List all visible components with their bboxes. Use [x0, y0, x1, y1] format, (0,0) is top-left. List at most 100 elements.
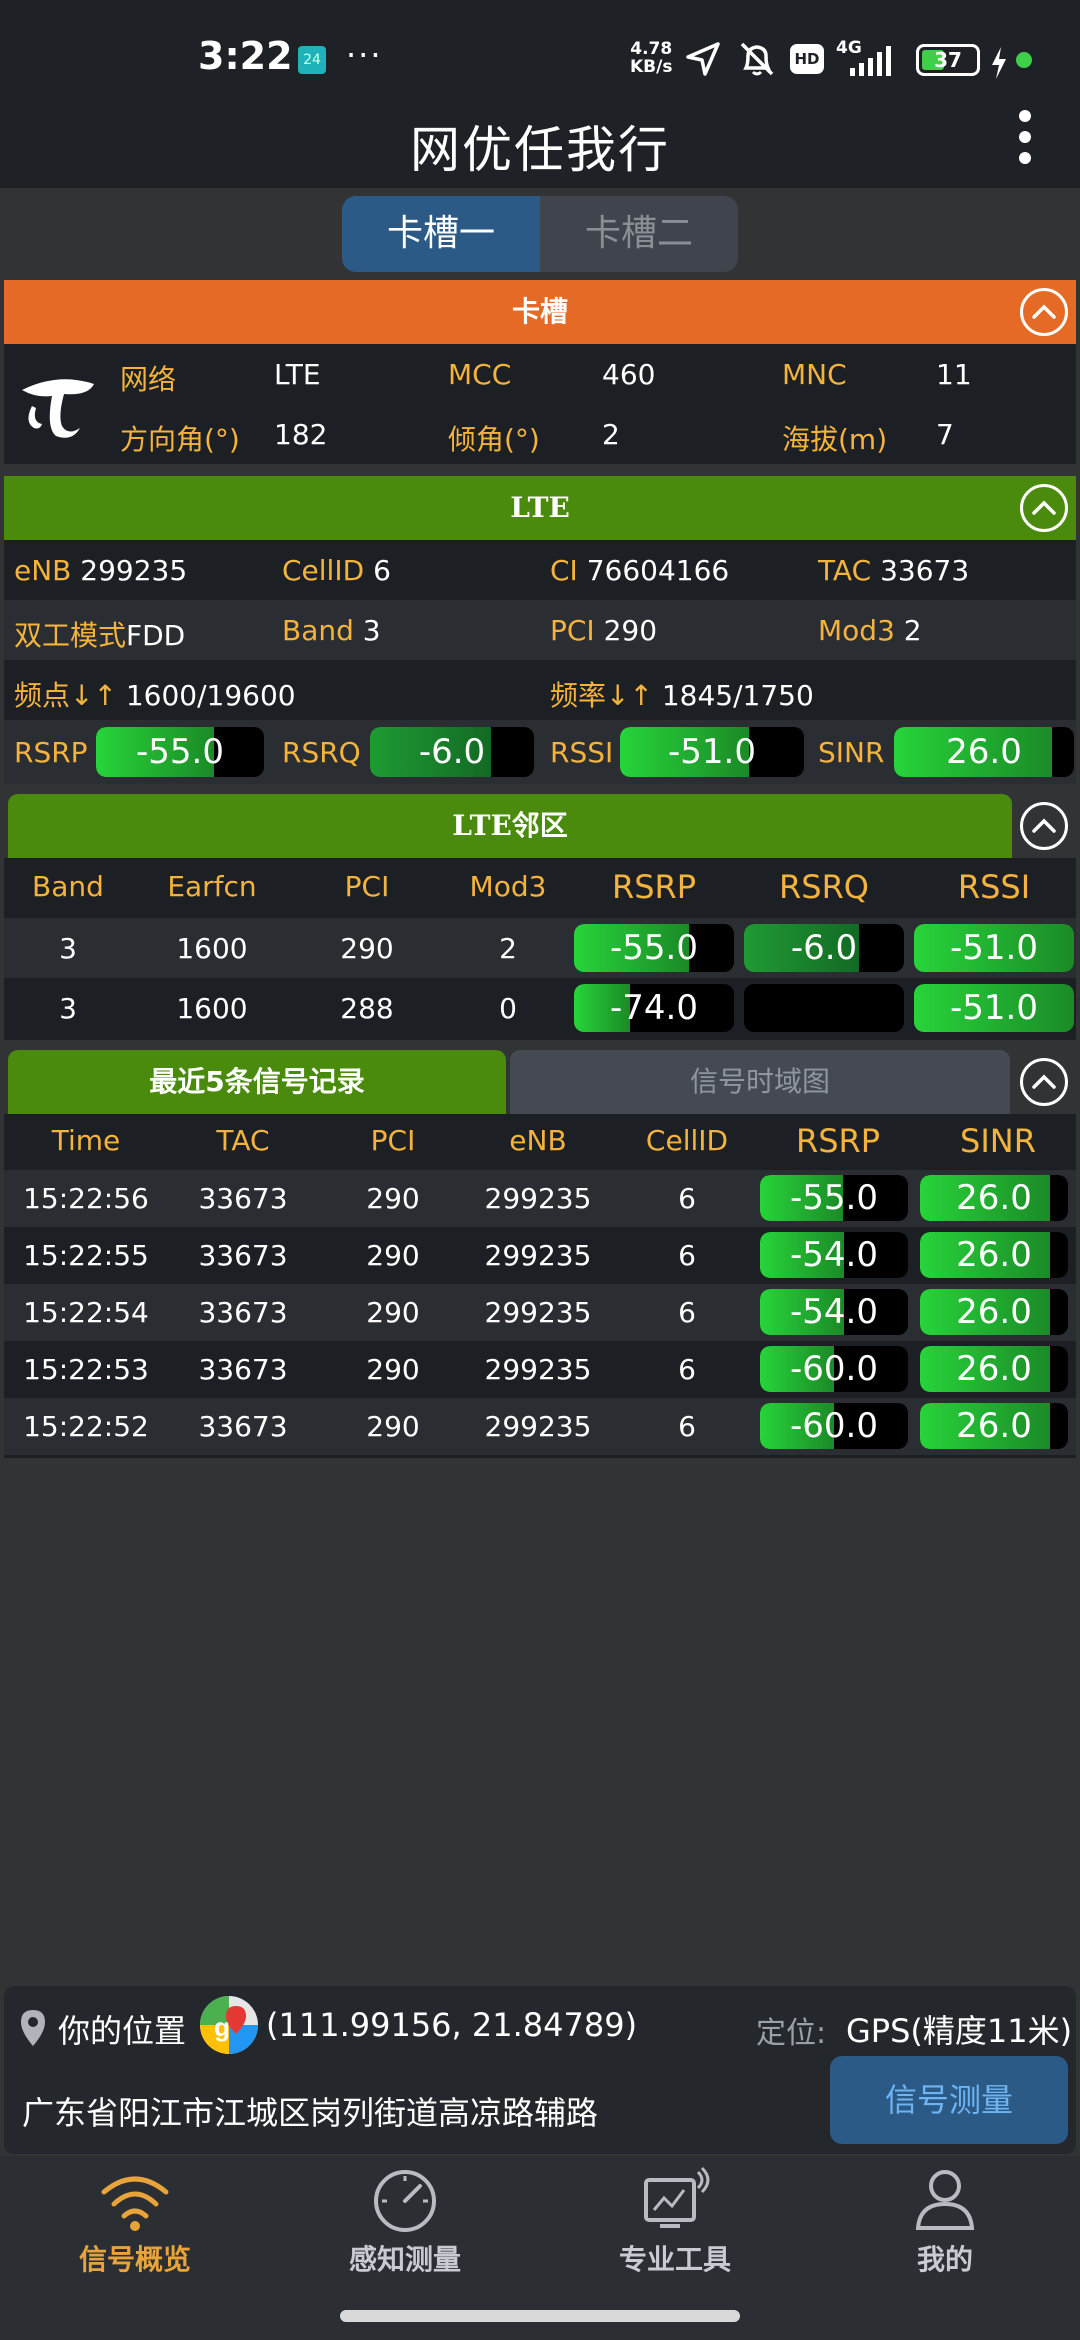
- record-pci: 290: [366, 1239, 420, 1272]
- neighbor-rssi: -51.0: [950, 928, 1038, 968]
- tab-recent-records[interactable]: 最近5条信号记录: [8, 1050, 506, 1114]
- neighbor-earfcn: 1600: [176, 992, 248, 1025]
- record-rsrp: -55.0: [790, 1178, 878, 1218]
- lte-collapse-icon[interactable]: [1020, 484, 1068, 532]
- privacy-dot-icon: [1016, 52, 1032, 68]
- record-rsrp-bar: -60.0: [760, 1403, 908, 1449]
- neighbor-table-header: Band Earfcn PCI Mod3 RSRP RSRQ RSSI: [4, 858, 1076, 918]
- ci-label: CI: [550, 554, 578, 587]
- record-tac: 33673: [198, 1410, 288, 1443]
- fix-label: 定位:: [756, 2016, 827, 2051]
- record-sinr-bar: 26.0: [920, 1289, 1068, 1335]
- metric-rsrp-value: -55.0: [136, 732, 224, 772]
- record-sinr: 26.0: [956, 1349, 1032, 1389]
- neighbor-mod3: 2: [499, 932, 517, 965]
- lte-section-title: LTE: [510, 491, 570, 524]
- record-cellid: 6: [678, 1410, 696, 1443]
- records-col-time: Time: [51, 1124, 121, 1157]
- table-row[interactable]: 15:22:53 33673 290 299235 6 -60.0 26.0: [4, 1341, 1076, 1398]
- metric-rsrq-bar: -6.0: [370, 727, 534, 777]
- google-maps-icon[interactable]: g: [200, 1996, 258, 2054]
- metric-rssi-bar: -51.0: [620, 727, 804, 777]
- tilt-label: 倾角(°): [448, 423, 540, 456]
- sim-section-header[interactable]: 卡槽: [4, 280, 1076, 344]
- table-row[interactable]: 15:22:54 33673 290 299235 6 -54.0 26.0: [4, 1284, 1076, 1341]
- neighbor-collapse-icon[interactable]: [1020, 802, 1068, 850]
- neighbor-col-band: Band: [32, 870, 104, 903]
- nav-mine[interactable]: 我的: [810, 2156, 1080, 2306]
- user-profile-icon: [915, 2170, 975, 2230]
- lte-row-freq: 频点↓↑ 1600/19600 频率↓↑ 1845/1750: [4, 660, 1076, 720]
- earfcn-value: 1600/19600: [125, 679, 296, 712]
- neighbor-col-earfcn: Earfcn: [167, 870, 257, 903]
- record-rsrp-bar: -54.0: [760, 1289, 908, 1335]
- table-row[interactable]: 15:22:52 33673 290 299235 6 -60.0 26.0: [4, 1398, 1076, 1455]
- table-row[interactable]: 15:22:55 33673 290 299235 6 -54.0 26.0: [4, 1227, 1076, 1284]
- record-time: 15:22:55: [23, 1239, 149, 1272]
- duplex-value: FDD: [126, 619, 186, 652]
- neighbor-rsrq-bar: [744, 984, 904, 1032]
- neighbor-rsrp-bar: -74.0: [574, 984, 734, 1032]
- address-text: 广东省阳江市江城区岗列街道高凉路辅路: [22, 2094, 599, 2132]
- mod3-label: Mod3: [818, 614, 895, 647]
- earfcn-label: 频点↓↑: [14, 679, 117, 712]
- tab-slot-one[interactable]: 卡槽一: [342, 196, 540, 272]
- records-col-cellid: CellID: [645, 1124, 729, 1157]
- records-table-header: Time TAC PCI eNB CellID RSRP SINR: [4, 1114, 1076, 1170]
- home-indicator[interactable]: [340, 2310, 740, 2322]
- freq-value: 1845/1750: [661, 679, 814, 712]
- neighbor-table: Band Earfcn PCI Mod3 RSRP RSRQ RSSI 3 16…: [4, 858, 1076, 1040]
- status-time: 3:22: [198, 34, 293, 78]
- record-tac: 33673: [198, 1353, 288, 1386]
- nav-perception-test[interactable]: 感知测量: [270, 2156, 540, 2306]
- tab-slot-two[interactable]: 卡槽二: [540, 196, 738, 272]
- table-row[interactable]: 15:22:56 33673 290 299235 6 -55.0 26.0: [4, 1170, 1076, 1227]
- azimuth-value: 182: [274, 418, 328, 451]
- lte-section-header[interactable]: LTE: [4, 476, 1076, 540]
- nav-pro-tools[interactable]: 专业工具: [540, 2156, 810, 2306]
- speed-value: 4.78: [630, 39, 673, 59]
- tab-signal-timeline[interactable]: 信号时域图: [510, 1050, 1010, 1114]
- neighbor-col-rsrp: RSRP: [611, 868, 697, 906]
- charging-icon: [992, 47, 1006, 79]
- record-sinr-bar: 26.0: [920, 1232, 1068, 1278]
- mnc-label: MNC: [782, 358, 847, 391]
- neighbor-band: 3: [59, 992, 77, 1025]
- record-sinr: 26.0: [956, 1235, 1032, 1275]
- azimuth-label: 方向角(°): [120, 423, 240, 456]
- neighbor-rsrp: -74.0: [610, 988, 698, 1028]
- records-col-sinr: SINR: [960, 1122, 1036, 1160]
- tools-monitor-icon: [644, 2166, 710, 2228]
- nav-signal-overview[interactable]: 信号概览: [0, 2156, 270, 2306]
- neighbor-col-rssi: RSSI: [957, 868, 1031, 906]
- fix-value: GPS(精度11米): [846, 2012, 1073, 2050]
- nav-signal-overview-label: 信号概览: [78, 2243, 191, 2276]
- metric-sinr-label: SINR: [818, 736, 885, 769]
- table-row[interactable]: 3 1600 288 0 -74.0 -51.0: [4, 978, 1076, 1038]
- sim-collapse-icon[interactable]: [1020, 288, 1068, 336]
- records-collapse-icon[interactable]: [1020, 1058, 1068, 1106]
- records-col-pci: PCI: [370, 1124, 416, 1157]
- record-rsrp-bar: -60.0: [760, 1346, 908, 1392]
- svg-text:g: g: [214, 2012, 230, 2042]
- record-cellid: 6: [678, 1296, 696, 1329]
- metric-rsrq-label: RSRQ: [282, 736, 361, 769]
- neighbor-rsrq-bar: -6.0: [744, 924, 904, 972]
- metric-rssi-label: RSSI: [550, 736, 614, 769]
- record-pci: 290: [366, 1182, 420, 1215]
- table-row[interactable]: 3 1600 290 2 -55.0 -6.0 -51.0: [4, 918, 1076, 978]
- metric-rsrp-label: RSRP: [14, 736, 88, 769]
- records-col-tac: TAC: [216, 1124, 270, 1157]
- signal-measure-button[interactable]: 信号测量: [830, 2056, 1068, 2144]
- overflow-menu-button[interactable]: [1010, 110, 1040, 174]
- battery-level: 37: [934, 48, 962, 72]
- record-enb: 299235: [484, 1296, 592, 1329]
- record-sinr: 26.0: [956, 1406, 1032, 1446]
- record-sinr: 26.0: [956, 1178, 1032, 1218]
- battery-icon: 37: [916, 44, 980, 76]
- altitude-label: 海拔(m): [782, 423, 888, 456]
- neighbor-section-header[interactable]: LTE邻区: [8, 794, 1012, 858]
- neighbor-earfcn: 1600: [176, 932, 248, 965]
- mod3-value: 2: [903, 614, 922, 647]
- band-value: 3: [362, 614, 381, 647]
